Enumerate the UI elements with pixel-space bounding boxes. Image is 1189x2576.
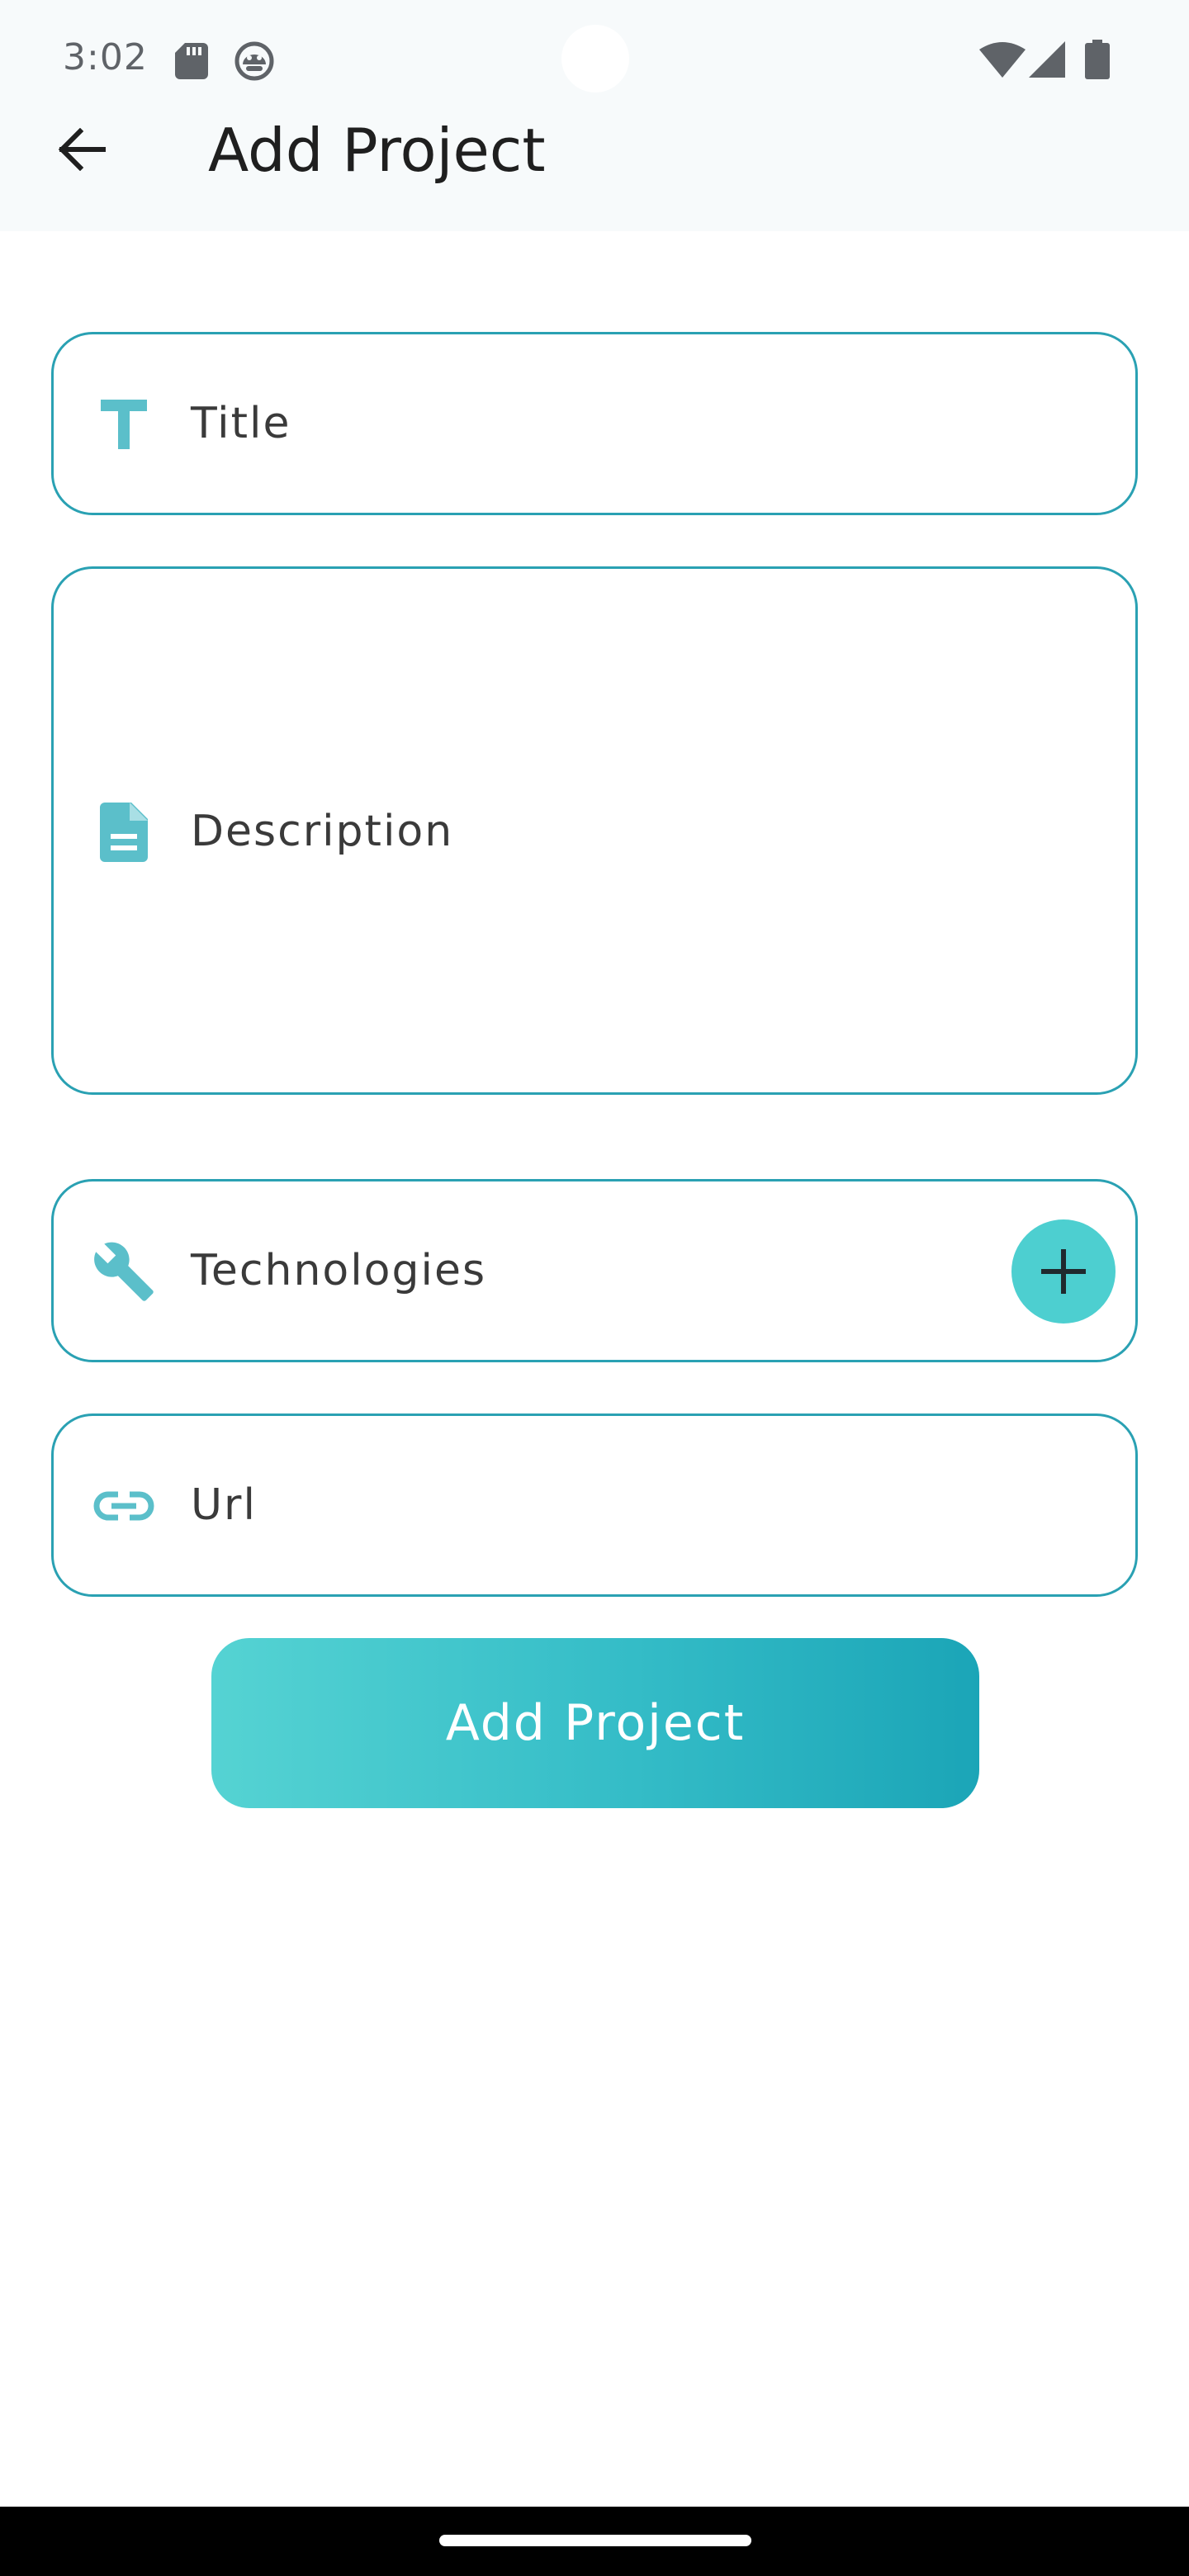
add-project-button[interactable]: Add Project <box>211 1638 979 1808</box>
cellular-signal-icon <box>1029 41 1065 78</box>
add-project-button-label: Add Project <box>445 1694 746 1752</box>
title-label: Title <box>191 399 291 448</box>
battery-icon <box>1085 40 1110 79</box>
status-bar: 3:02 <box>0 0 1189 116</box>
description-label: Description <box>191 807 454 856</box>
back-button[interactable] <box>43 111 119 187</box>
title-field[interactable]: Title <box>51 332 1138 515</box>
status-time: 3:02 <box>63 36 148 78</box>
camera-cutout <box>561 25 629 92</box>
document-icon <box>92 800 156 864</box>
sd-card-icon <box>175 43 208 79</box>
add-technology-button[interactable] <box>1011 1219 1116 1324</box>
description-field[interactable]: Description <box>51 566 1138 1095</box>
wifi-icon <box>979 42 1026 78</box>
app-bar <box>0 116 1189 231</box>
wrench-icon <box>92 1239 156 1304</box>
technologies-field[interactable]: Technologies <box>51 1179 1138 1362</box>
plus-icon <box>1041 1249 1086 1294</box>
arrow-back-icon <box>58 128 106 171</box>
page-title: Add Project <box>208 116 546 185</box>
android-debug-icon <box>234 41 274 81</box>
url-field[interactable]: Url <box>51 1413 1138 1597</box>
technologies-label: Technologies <box>191 1246 487 1295</box>
home-gesture-handle[interactable] <box>439 2535 751 2546</box>
url-label: Url <box>191 1480 257 1530</box>
title-text-icon <box>92 392 156 457</box>
link-icon <box>92 1474 156 1538</box>
